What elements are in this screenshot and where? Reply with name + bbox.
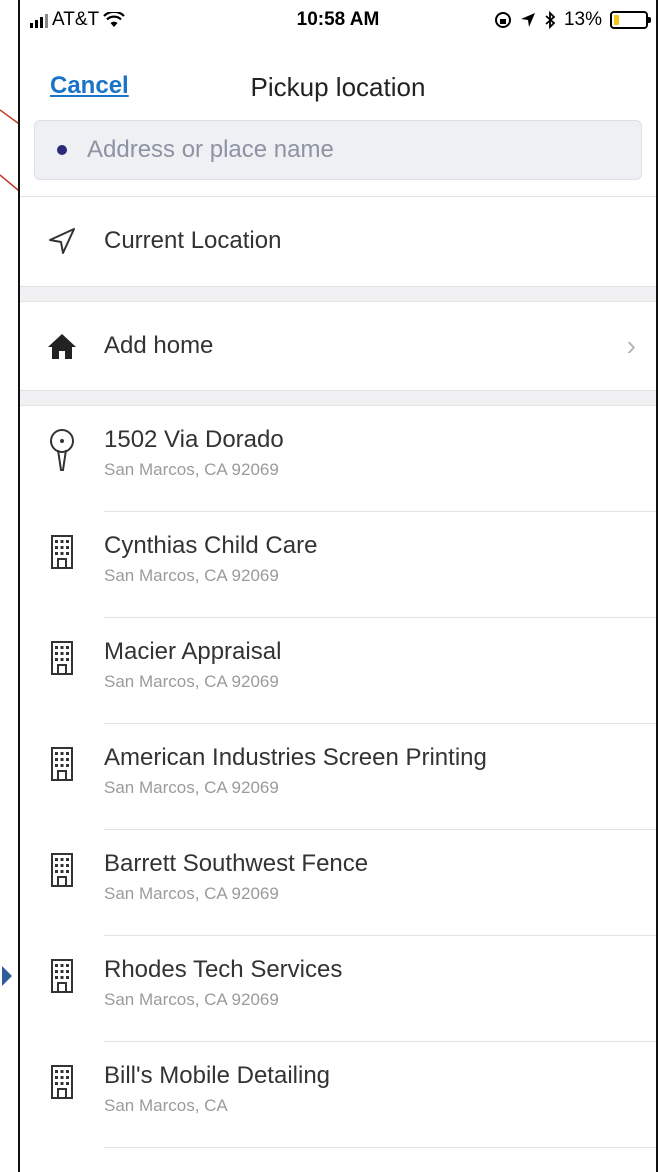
pickup-dot-icon: [57, 145, 67, 155]
nav-bar: Cancel Pickup location: [20, 58, 656, 108]
section-gap: [20, 286, 656, 302]
phone-screen: AT&T 10:58 AM 13% Cancel Pickup location…: [18, 0, 658, 1172]
page-title: Pickup location: [250, 72, 426, 102]
pickup-search-field[interactable]: [34, 120, 642, 180]
current-location-label: Current Location: [104, 227, 282, 254]
place-name: 1502 Via Dorado: [104, 426, 284, 453]
address-input[interactable]: [85, 135, 589, 165]
status-bar: AT&T 10:58 AM 13%: [20, 0, 656, 44]
place-name: Bill's Mobile Detailing: [104, 1062, 331, 1089]
add-home-row[interactable]: Add home ›: [20, 302, 656, 390]
place-name: American Industries Screen Printing: [104, 744, 487, 771]
building-icon: [44, 746, 80, 796]
building-icon: [44, 534, 80, 584]
battery-icon: [610, 11, 651, 29]
place-address: San Marcos, CA 92069: [104, 884, 279, 903]
list-item[interactable]: Rhodes Tech Services San Marcos, CA 9206…: [20, 936, 656, 1042]
place-address: San Marcos, CA 92069: [104, 990, 279, 1009]
location-arrow-icon: [520, 13, 535, 27]
current-location-row[interactable]: Current Location: [20, 196, 656, 286]
place-name: Barrett Southwest Fence: [104, 850, 369, 877]
building-icon: [44, 958, 80, 1008]
list-item[interactable]: Macier Appraisal San Marcos, CA 92069: [20, 618, 656, 724]
place-address: San Marcos, CA: [104, 1096, 228, 1115]
location-pin-icon: [44, 428, 80, 478]
building-icon: [44, 1064, 80, 1114]
add-home-label: Add home: [104, 332, 214, 359]
place-address: San Marcos, CA 92069: [104, 566, 279, 585]
place-name: Macier Appraisal: [104, 638, 282, 665]
rotation-lock-icon: [494, 12, 511, 28]
building-icon: [44, 640, 80, 690]
building-icon: [44, 852, 80, 902]
bluetooth-icon: [545, 11, 556, 29]
place-name: Rhodes Tech Services: [104, 956, 343, 983]
place-name: Cynthias Child Care: [104, 532, 318, 559]
list-item[interactable]: Bill's Mobile Detailing San Marcos, CA: [20, 1042, 656, 1148]
navigation-arrow-icon: [44, 221, 80, 261]
list-item[interactable]: 1502 Via Dorado San Marcos, CA 92069: [20, 406, 656, 512]
list-item[interactable]: Barrett Southwest Fence San Marcos, CA 9…: [20, 830, 656, 936]
place-address: San Marcos, CA 92069: [104, 460, 279, 479]
place-address: San Marcos, CA 92069: [104, 778, 279, 797]
chevron-right-icon: ›: [626, 330, 636, 361]
divider: [104, 1147, 656, 1148]
places-list: 1502 Via Dorado San Marcos, CA 92069 Cyn…: [20, 406, 656, 1172]
battery-percent: 13%: [563, 9, 602, 30]
home-icon: [44, 326, 80, 366]
section-gap: [20, 390, 656, 406]
list-item[interactable]: Cynthias Child Care San Marcos, CA 92069: [20, 512, 656, 618]
place-address: San Marcos, CA 92069: [104, 672, 279, 691]
list-item[interactable]: American Industries Screen Printing San …: [20, 724, 656, 830]
